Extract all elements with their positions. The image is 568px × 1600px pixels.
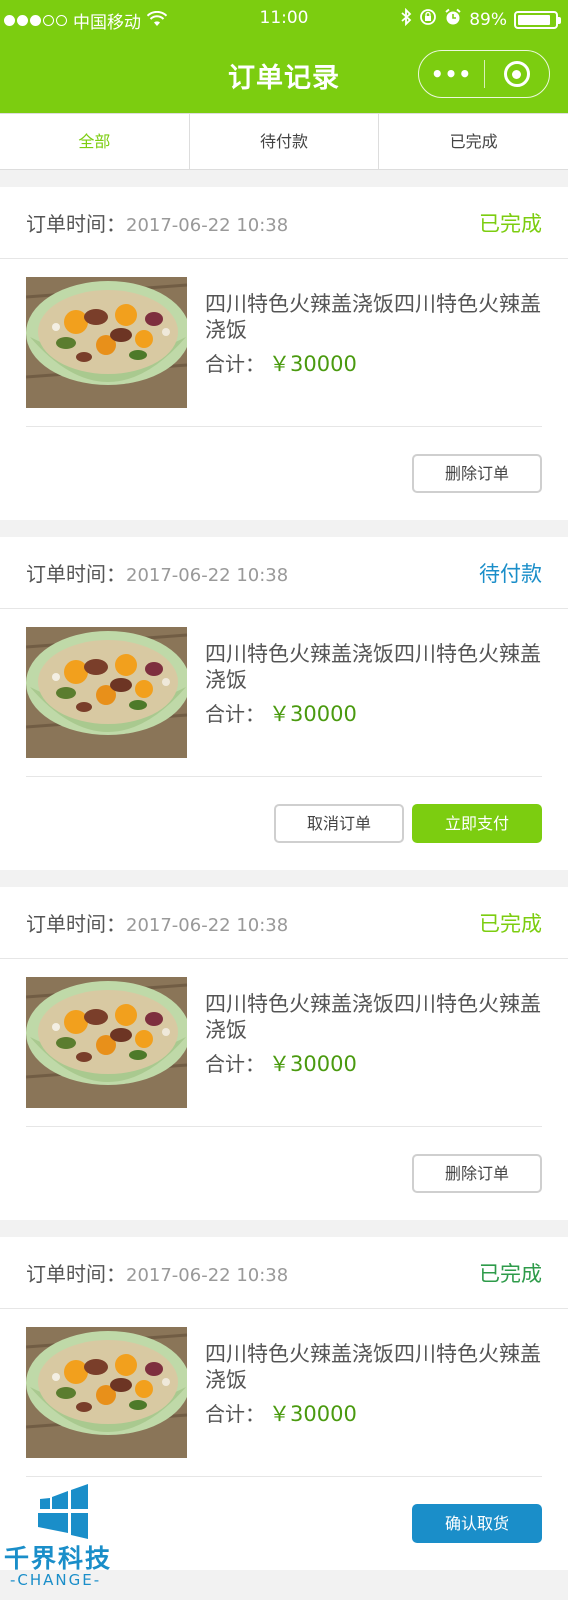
order-total: 合计： ￥30000 xyxy=(205,698,357,728)
order-time: 2017-06-22 10:38 xyxy=(126,1265,289,1286)
more-icon: ••• xyxy=(430,62,473,86)
windows-logo-icon xyxy=(38,1484,88,1539)
product-image xyxy=(26,1327,187,1458)
order-item[interactable]: 四川特色火辣盖浇饭四川特色火辣盖浇饭 合计： ￥30000 xyxy=(26,1309,542,1477)
order-status-badge: 待付款 xyxy=(479,561,542,586)
order-time-label: 订单时间： xyxy=(26,212,126,236)
total-label: 合计： xyxy=(205,1052,265,1076)
total-amount: ￥30000 xyxy=(269,1402,357,1426)
total-label: 合计： xyxy=(205,352,265,376)
delete-order-button[interactable]: 删除订单 xyxy=(412,454,542,493)
bluetooth-icon xyxy=(400,7,412,31)
order-actions: 删除订单 xyxy=(0,427,568,520)
product-name: 四川特色火辣盖浇饭四川特色火辣盖浇饭 xyxy=(205,292,541,342)
order-item[interactable]: 四川特色火辣盖浇饭四川特色火辣盖浇饭 合计： ￥30000 xyxy=(26,609,542,777)
order-actions: 取消订单 立即支付 xyxy=(0,777,568,870)
order-header: 订单时间：2017-06-22 10:38 已完成 xyxy=(0,887,568,959)
confirm-pickup-button[interactable]: 确认取货 xyxy=(412,1504,542,1543)
status-bar: 中国移动 11:00 89% xyxy=(0,0,568,36)
product-name: 四川特色火辣盖浇饭四川特色火辣盖浇饭 xyxy=(205,992,541,1042)
total-label: 合计： xyxy=(205,702,265,726)
product-name: 四川特色火辣盖浇饭四川特色火辣盖浇饭 xyxy=(205,642,541,692)
total-amount: ￥30000 xyxy=(269,702,357,726)
watermark-subtitle: -CHANGE- xyxy=(10,1571,102,1589)
order-time-label: 订单时间： xyxy=(26,1262,126,1286)
total-amount: ￥30000 xyxy=(269,1052,357,1076)
order-time-label: 订单时间： xyxy=(26,562,126,586)
order-item[interactable]: 四川特色火辣盖浇饭四川特色火辣盖浇饭 合计： ￥30000 xyxy=(26,259,542,427)
order-time: 2017-06-22 10:38 xyxy=(126,915,289,936)
order-card: 订单时间：2017-06-22 10:38 待付款 四川特色火辣盖浇饭四川特色火… xyxy=(0,537,568,870)
rotation-lock-icon xyxy=(419,8,437,31)
order-list: 订单时间：2017-06-22 10:38 已完成 四川特色火辣盖浇饭四川特色火… xyxy=(0,187,568,1587)
total-label: 合计： xyxy=(205,1402,265,1426)
order-total: 合计： ￥30000 xyxy=(205,1048,357,1078)
delete-order-button[interactable]: 删除订单 xyxy=(412,1154,542,1193)
order-time-label: 订单时间： xyxy=(26,912,126,936)
product-image xyxy=(26,627,187,758)
pay-now-button[interactable]: 立即支付 xyxy=(412,804,542,843)
product-name: 四川特色火辣盖浇饭四川特色火辣盖浇饭 xyxy=(205,1342,541,1392)
order-status-badge: 已完成 xyxy=(479,911,542,936)
order-filter-tabs: 全部 待付款 已完成 xyxy=(0,113,568,170)
order-total: 合计： ￥30000 xyxy=(205,348,357,378)
close-mini-program-button[interactable] xyxy=(485,61,549,87)
tab-pending-payment[interactable]: 待付款 xyxy=(190,114,380,169)
order-card: 订单时间：2017-06-22 10:38 已完成 四川特色火辣盖浇饭四川特色火… xyxy=(0,187,568,520)
order-header: 订单时间：2017-06-22 10:38 已完成 xyxy=(0,187,568,259)
order-actions: 删除订单 xyxy=(0,1127,568,1220)
cancel-order-button[interactable]: 取消订单 xyxy=(274,804,404,843)
order-total: 合计： ￥30000 xyxy=(205,1398,357,1428)
order-status-badge: 已完成 xyxy=(479,1261,542,1286)
battery-icon xyxy=(514,10,561,29)
product-image xyxy=(26,277,187,408)
battery-percent: 89% xyxy=(469,9,507,30)
order-header: 订单时间：2017-06-22 10:38 已完成 xyxy=(0,1237,568,1309)
tab-all[interactable]: 全部 xyxy=(0,114,190,169)
order-status-badge: 已完成 xyxy=(479,211,542,236)
watermark-name: 千界科技 xyxy=(4,1544,113,1573)
app-header: 中国移动 11:00 89% 订单记录 ••• xyxy=(0,0,568,113)
tab-completed[interactable]: 已完成 xyxy=(379,114,568,169)
mini-program-capsule: ••• xyxy=(418,50,550,98)
order-time: 2017-06-22 10:38 xyxy=(126,215,289,236)
order-card: 订单时间：2017-06-22 10:38 已完成 四川特色火辣盖浇饭四川特色火… xyxy=(0,887,568,1220)
watermark-logo: 千界科技 -CHANGE- xyxy=(0,1483,128,1600)
total-amount: ￥30000 xyxy=(269,352,357,376)
product-image xyxy=(26,977,187,1108)
alarm-icon xyxy=(444,8,462,31)
target-icon xyxy=(503,61,530,87)
order-item[interactable]: 四川特色火辣盖浇饭四川特色火辣盖浇饭 合计： ￥30000 xyxy=(26,959,542,1127)
order-time: 2017-06-22 10:38 xyxy=(126,565,289,586)
order-header: 订单时间：2017-06-22 10:38 待付款 xyxy=(0,537,568,609)
more-menu-button[interactable]: ••• xyxy=(419,62,484,86)
